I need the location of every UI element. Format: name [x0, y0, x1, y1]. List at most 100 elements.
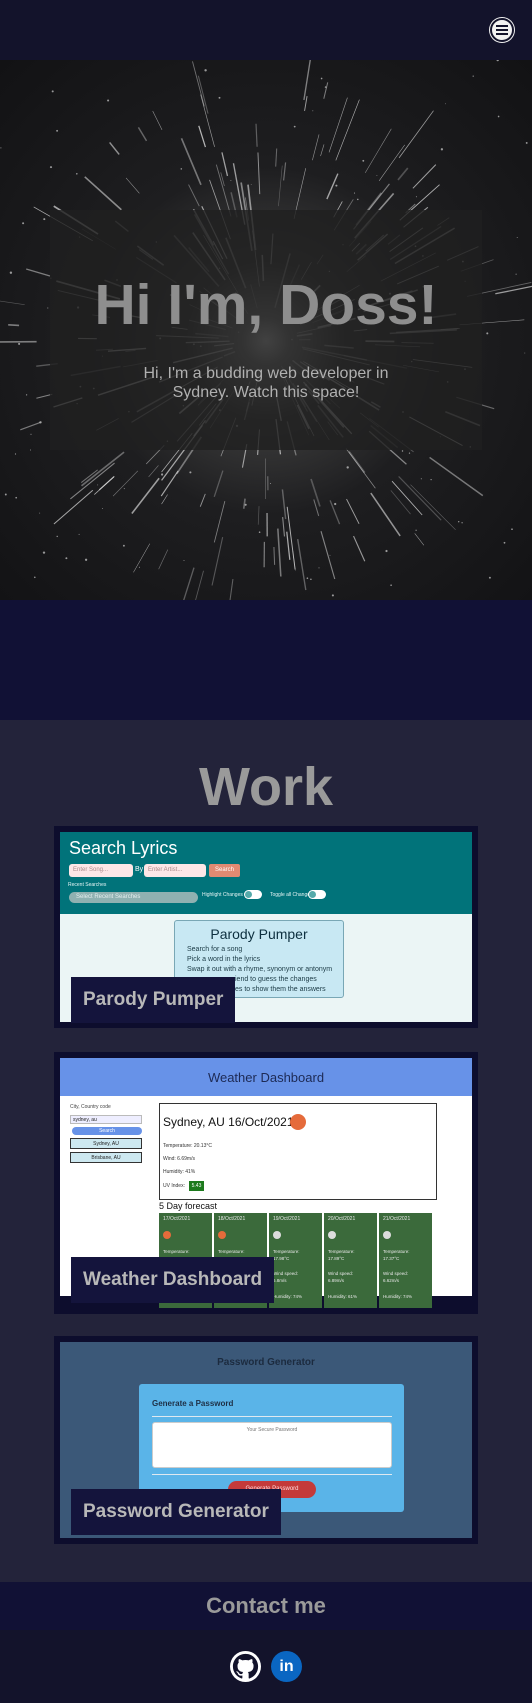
- star-streak: [80, 469, 98, 483]
- hero-subtitle: Hi, I'm a budding web developer in Sydne…: [143, 365, 389, 401]
- star-dot: [324, 86, 327, 88]
- cloud-icon: [383, 1231, 391, 1239]
- star-dot: [97, 484, 99, 486]
- star-dot: [331, 594, 334, 597]
- star-dot: [334, 502, 337, 506]
- project-card-password-generator[interactable]: Password Generator Generate a Password Y…: [54, 1336, 478, 1544]
- hero-title: Hi I'm, Doss!: [94, 273, 438, 337]
- star-dot: [486, 332, 489, 335]
- project-label[interactable]: Parody Pumper: [71, 977, 236, 1023]
- forecast-line: 17.89°C: [328, 1256, 345, 1261]
- highlight-label: Highlight Changes: [202, 892, 243, 898]
- star-dot: [49, 166, 53, 169]
- star-streak: [370, 492, 401, 537]
- star-dot: [56, 535, 58, 538]
- star-streak: [160, 470, 179, 497]
- star-dot: [503, 541, 506, 544]
- star-streak: [53, 489, 94, 525]
- humidity: Humidity: 41%: [163, 1169, 196, 1175]
- star-dot: [346, 466, 349, 469]
- star-streak: [131, 477, 160, 515]
- uv-badge: 5.43: [189, 1181, 204, 1191]
- artist-input: Enter Artist...: [144, 864, 206, 877]
- star-streak: [281, 489, 287, 520]
- star-dot: [42, 551, 46, 554]
- star-streak: [84, 176, 122, 211]
- forecast-line: 17.98°C: [273, 1256, 290, 1261]
- star-dot: [84, 558, 88, 561]
- star-streak: [286, 506, 296, 570]
- info-line: es to show them the answers: [235, 986, 326, 993]
- hero-section: Hi I'm, Doss! Hi, I'm a budding web deve…: [0, 60, 532, 600]
- city-input: sydney, au: [70, 1115, 142, 1124]
- forecast-line: Humidity: 74%: [273, 1294, 303, 1299]
- star-dot: [318, 567, 320, 569]
- star-streak: [199, 493, 206, 507]
- forecast-line: Wind speed:: [383, 1271, 409, 1276]
- divider: [152, 1474, 392, 1475]
- forecast-line: Temperature:: [328, 1249, 355, 1254]
- star-dot: [524, 352, 526, 354]
- preview-header: Weather Dashboard: [60, 1058, 472, 1096]
- star-streak: [398, 476, 442, 521]
- by-label: By: [135, 866, 144, 873]
- star-streak: [312, 134, 320, 161]
- star-dot: [15, 496, 18, 499]
- star-dot: [43, 218, 46, 221]
- forecast-line: Wind speed:: [328, 1271, 354, 1276]
- star-streak: [257, 152, 261, 195]
- star-dot: [420, 478, 422, 480]
- star-streak: [188, 184, 200, 207]
- star-dot: [312, 110, 314, 112]
- star-streak: [278, 165, 283, 207]
- password-textarea: Your Secure Password: [152, 1422, 392, 1468]
- star-streak: [328, 97, 348, 153]
- star-streak: [297, 539, 307, 591]
- star-dot: [440, 148, 444, 151]
- star-streak: [320, 531, 336, 580]
- top-nav-bar: [0, 0, 532, 60]
- uv-label: UV Index:: [163, 1183, 185, 1189]
- linkedin-icon[interactable]: in: [271, 1651, 302, 1682]
- star-streak: [390, 490, 411, 515]
- password-card-title: Generate a Password: [152, 1399, 234, 1408]
- star-dot: [293, 125, 296, 128]
- project-card-parody-pumper[interactable]: Search Lyrics Enter Song... By Enter Art…: [54, 826, 478, 1028]
- search-button: Search: [72, 1127, 142, 1135]
- star-streak: [133, 543, 151, 573]
- star-streak: [161, 494, 168, 505]
- divider: [152, 1416, 392, 1417]
- star-streak: [215, 164, 232, 217]
- info-card-title: Parody Pumper: [210, 926, 308, 942]
- forecast-date: 18/Oct/2021: [218, 1216, 246, 1222]
- star-dot: [390, 584, 392, 586]
- star-streak: [26, 268, 51, 277]
- song-input: Enter Song...: [69, 864, 133, 877]
- contact-heading: Contact me: [0, 1582, 532, 1630]
- project-label[interactable]: Weather Dashboard: [71, 1257, 275, 1303]
- preview-header: Search Lyrics Enter Song... By Enter Art…: [60, 832, 472, 914]
- forecast-line: 17.37°C: [383, 1256, 400, 1261]
- search-button: Search: [209, 864, 240, 877]
- star-streak: [180, 137, 202, 186]
- star-streak: [346, 498, 360, 525]
- star-streak: [112, 470, 139, 497]
- star-streak: [220, 172, 225, 187]
- info-line: iend to guess the changes: [235, 976, 317, 983]
- star-streak: [20, 421, 41, 431]
- current-weather-card: Sydney, AU 16/Oct/2021 Temperature: 20.1…: [159, 1103, 437, 1200]
- star-streak: [109, 141, 120, 155]
- star-dot: [461, 522, 463, 524]
- star-streak: [198, 125, 207, 148]
- github-icon[interactable]: [230, 1651, 261, 1682]
- hamburger-menu-icon[interactable]: [490, 18, 514, 42]
- star-streak: [0, 300, 25, 305]
- star-dot: [335, 184, 338, 187]
- project-label[interactable]: Password Generator: [71, 1489, 281, 1535]
- star-streak: [398, 110, 434, 159]
- project-card-weather-dashboard[interactable]: Weather Dashboard City, Country code syd…: [54, 1052, 478, 1314]
- star-streak: [125, 177, 140, 194]
- cloud-icon: [328, 1231, 336, 1239]
- star-dot: [65, 557, 68, 560]
- forecast-date: 17/Oct/2021: [163, 1216, 191, 1222]
